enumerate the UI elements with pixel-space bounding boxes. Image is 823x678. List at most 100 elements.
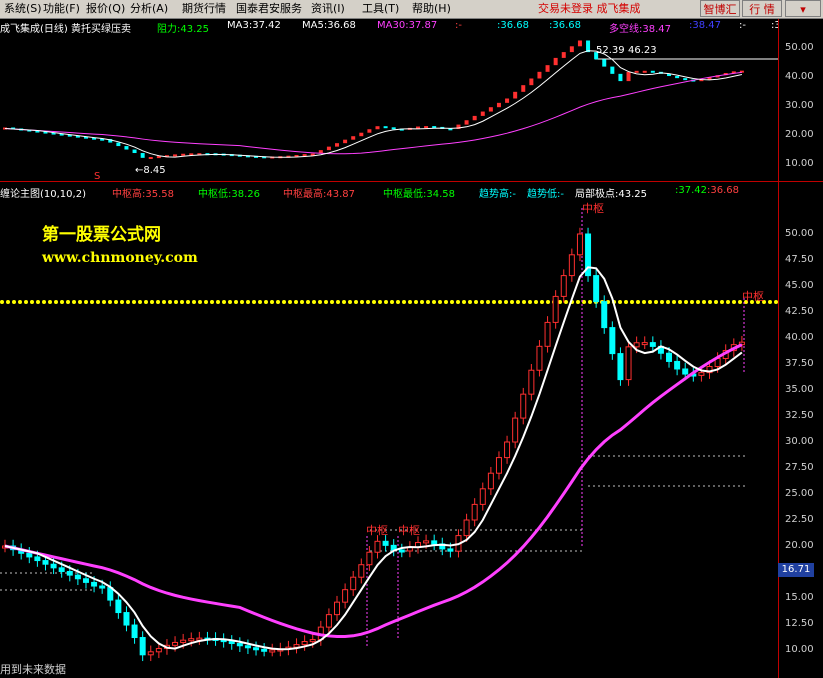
support-dot	[264, 300, 268, 304]
support-dot	[678, 300, 682, 304]
support-dot	[540, 300, 544, 304]
legend-item: :-	[455, 20, 462, 31]
bottom-chart-panel[interactable]: 中枢 中枢 中枢 中枢 第一股票公式网 www.chnmoney.com 用到未来数据	[0, 198, 778, 678]
candle-body	[342, 589, 349, 603]
zs-label: 中枢	[742, 289, 764, 303]
support-dot	[564, 300, 568, 304]
support-dot	[732, 300, 736, 304]
window-control-icon[interactable]: ▾	[785, 0, 821, 17]
candle-body	[366, 551, 373, 566]
support-dot	[252, 300, 256, 304]
candle-body	[34, 556, 41, 562]
candle-body	[398, 549, 405, 553]
candle-body	[50, 563, 57, 569]
support-dot	[192, 300, 196, 304]
top-candle	[626, 71, 631, 82]
support-dot	[408, 300, 412, 304]
y-tick-label: 32.50	[785, 410, 814, 421]
support-dot	[648, 300, 652, 304]
ma5-line	[4, 266, 743, 651]
bottom-legend: 缠论主图(10,10,2) 中枢高:35.58 中枢低:38.26 中枢最高:43.…	[0, 184, 778, 198]
candle-body	[115, 599, 122, 614]
candle-body	[358, 564, 365, 578]
legend-item: 中枢最低:34.58	[383, 189, 455, 198]
candle-body	[431, 540, 438, 545]
top-candle	[529, 78, 534, 86]
legend-item: 阻力:43.25	[157, 24, 209, 33]
candle-body	[269, 649, 276, 653]
support-dot	[222, 300, 226, 304]
support-dot	[216, 300, 220, 304]
watermark-url: www.chnmoney.com	[42, 250, 198, 266]
candle-body	[520, 393, 527, 419]
top-candle	[634, 70, 639, 73]
support-dot	[84, 300, 88, 304]
menu-gtja-service[interactable]: 国泰君安服务	[236, 0, 302, 18]
candle-body	[325, 614, 332, 628]
support-dot	[186, 300, 190, 304]
top-candle	[375, 126, 380, 130]
support-dot	[102, 300, 106, 304]
legend-item: MA5:36.68	[302, 20, 356, 31]
support-dot	[384, 300, 388, 304]
top-chart-svg: ←8.45 52.39 46.23 S	[3, 40, 778, 181]
top-candle	[116, 142, 121, 147]
support-dot	[18, 300, 22, 304]
support-dot	[624, 300, 628, 304]
top-chart-panel[interactable]: ←8.45 52.39 46.23 S	[0, 33, 778, 181]
y-tick-label: 15.00	[785, 592, 814, 603]
y-tick-label: 25.00	[785, 488, 814, 499]
legend-item: 趋势低:-	[527, 189, 564, 198]
support-dot	[42, 300, 46, 304]
top-candle	[577, 40, 582, 47]
candle-body	[674, 360, 681, 370]
support-dot	[66, 300, 70, 304]
candle-body	[350, 576, 357, 591]
candle-body	[244, 645, 251, 649]
top-candle	[675, 76, 680, 79]
support-dot	[198, 300, 202, 304]
y-tick-label: 45.00	[785, 280, 814, 291]
menu-system[interactable]: 系统(S)	[4, 0, 42, 18]
top-chart-title: 成飞集成(日线) 黄托买绿压卖	[0, 24, 131, 33]
support-dot	[258, 300, 262, 304]
bottom-chart-svg: 中枢 中枢中枢中枢	[0, 201, 778, 662]
candle-body	[188, 638, 195, 642]
quote-button[interactable]: 行 情	[742, 0, 782, 17]
menu-help[interactable]: 帮助(H)	[412, 0, 451, 18]
menu-news[interactable]: 资讯(I)	[311, 0, 345, 18]
menu-tools[interactable]: 工具(T)	[362, 0, 399, 18]
y-tick-label: 37.50	[785, 358, 814, 369]
low-annotation: ←8.45	[135, 165, 166, 176]
candle-body	[552, 295, 559, 323]
menu-analysis[interactable]: 分析(A)	[130, 0, 168, 18]
support-dot	[432, 300, 436, 304]
support-dot	[24, 300, 28, 304]
login-status: 交易未登录 成飞集成	[538, 2, 641, 15]
support-dot	[696, 300, 700, 304]
support-dot	[486, 300, 490, 304]
ma30-line	[4, 343, 743, 639]
support-dot	[402, 300, 406, 304]
y-tick-label: 50.00	[785, 228, 814, 239]
support-dot	[498, 300, 502, 304]
top-candle	[343, 139, 348, 144]
candle-body	[625, 346, 632, 381]
legend-item: :38.47	[689, 20, 721, 31]
y-tick-label: 20.00	[785, 129, 814, 140]
support-dot	[306, 300, 310, 304]
top-legend: 成飞集成(日线) 黄托买绿压卖 阻力:43.25 MA3:37.42 MA5:36.…	[0, 19, 778, 33]
menu-function[interactable]: 功能(F)	[43, 0, 80, 18]
candle-body	[487, 472, 494, 490]
support-dot	[360, 300, 364, 304]
support-dot	[702, 300, 706, 304]
candle-body	[309, 639, 316, 643]
menu-futures[interactable]: 期货行情	[182, 0, 226, 18]
support-dot	[270, 300, 274, 304]
candle-body	[495, 457, 502, 474]
menu-quote[interactable]: 报价(Q)	[86, 0, 125, 18]
candle-body	[528, 369, 535, 395]
top-candle	[424, 126, 429, 129]
zhibohui-button[interactable]: 智博汇	[700, 0, 740, 17]
candle-body	[334, 601, 341, 616]
